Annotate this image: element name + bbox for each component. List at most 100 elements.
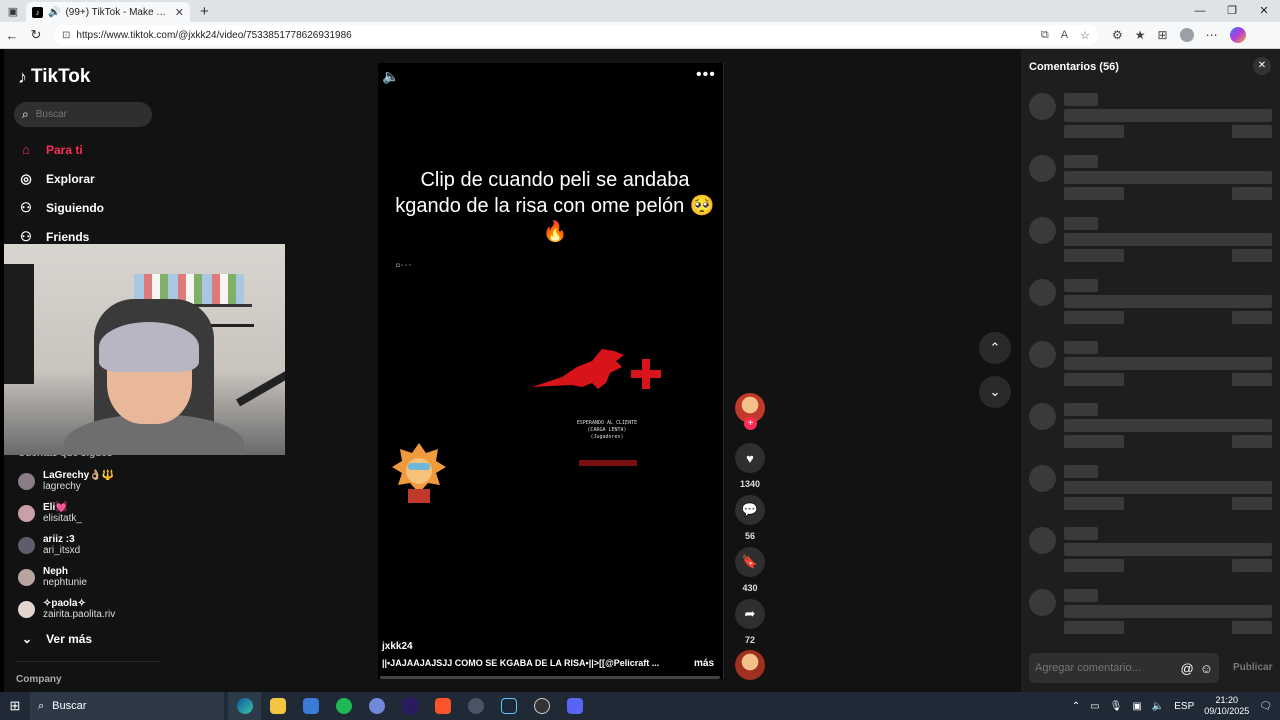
app-icon[interactable] [558, 692, 591, 720]
notifications-icon[interactable]: 🗨 [1259, 701, 1272, 712]
favorite-star-icon[interactable]: ☆ [1080, 29, 1090, 42]
network-icon[interactable]: ▣ [1132, 701, 1141, 712]
maximize-button[interactable]: ❐ [1216, 0, 1248, 22]
account-name: LaGrechy👌🏼🔱 [43, 470, 115, 481]
brave-icon[interactable] [426, 692, 459, 720]
following-account[interactable]: Neph nephtunie [18, 566, 87, 588]
see-more-button[interactable]: ⌄ Ver más [22, 632, 92, 646]
system-tray: ⌃ ▭ 🎙 ▣ 🔈 ESP 21:20 09/10/2025 🗨 [1072, 692, 1280, 720]
search-input[interactable] [35, 109, 136, 120]
account-name: ✧paola✧ [43, 598, 86, 609]
heart-icon: ♥ [746, 450, 754, 466]
publish-button[interactable]: Publicar [1233, 662, 1272, 673]
chevron-down-icon: ⌄ [22, 632, 33, 646]
read-aloud-icon[interactable]: A [1061, 29, 1068, 42]
nav-explore[interactable]: ◎ Explorar [18, 171, 94, 187]
collections-icon[interactable]: ⊞ [1158, 28, 1168, 42]
spotify-icon[interactable] [327, 692, 360, 720]
following-account[interactable]: ariiz :3 ari_itsxd [18, 534, 80, 556]
mention-icon[interactable]: @ [1181, 661, 1194, 676]
close-window-button[interactable]: ✕ [1248, 0, 1280, 22]
close-comments-button[interactable]: ✕ [1253, 57, 1271, 75]
profile-avatar[interactable] [1179, 28, 1194, 42]
comment-input[interactable] [1035, 662, 1175, 674]
taskbar: ⊞ ⌕ Buscar ⌃ ▭ 🎙 ▣ 🔈 ESP 21:20 09/10/202… [0, 692, 1280, 720]
clock-time: 21:20 [1215, 695, 1239, 705]
volume-icon[interactable]: 🔈 [1152, 701, 1164, 712]
taskbar-search[interactable]: ⌕ Buscar [30, 692, 224, 720]
account-name: Eli💓 [43, 502, 68, 513]
account-handle: elisitatk_ [43, 513, 82, 524]
share-button[interactable]: ➦ [735, 599, 765, 629]
copilot-icon[interactable] [1229, 27, 1246, 43]
tiktok-logo[interactable]: ♪ TikTok [18, 66, 90, 88]
language-indicator[interactable]: ESP [1174, 701, 1194, 712]
menu-dots-icon[interactable]: ⋯ [1206, 28, 1218, 42]
comment-bubble-icon: 💬 [741, 502, 759, 517]
app-icon[interactable] [459, 692, 492, 720]
minimize-button[interactable]: — [1184, 0, 1216, 22]
nav-for-you[interactable]: ⌂ Para ti [18, 142, 83, 157]
close-tab-icon[interactable]: ✕ [175, 6, 184, 19]
back-button[interactable]: ← [0, 28, 24, 43]
site-info-icon[interactable]: ⊡ [62, 30, 70, 41]
previous-video-button[interactable]: ⌃ [979, 332, 1011, 364]
premiere-icon[interactable] [393, 692, 426, 720]
tiktok-page: ♪ TikTok ⌕ ⌂ Para ti ◎ Explorar ⚇ Siguie… [4, 49, 1280, 692]
battery-icon[interactable]: ▭ [1090, 701, 1099, 712]
music-disc-avatar[interactable] [735, 650, 765, 680]
company-link[interactable]: Company [16, 674, 62, 685]
following-account[interactable]: ✧paola✧ zairita.paolita.riv [18, 598, 115, 620]
video-progress-bar[interactable] [380, 676, 720, 679]
red-bar [579, 460, 637, 466]
following-account[interactable]: LaGrechy👌🏼🔱 lagrechy [18, 470, 114, 492]
tab-actions-icon[interactable]: ▣ [0, 0, 26, 22]
obs-icon[interactable] [525, 692, 558, 720]
volume-icon[interactable]: 🔈 [382, 68, 399, 85]
next-video-button[interactable]: ⌄ [979, 376, 1011, 408]
clock-date: 09/10/2025 [1204, 706, 1250, 716]
steam-icon[interactable] [492, 692, 525, 720]
extensions-icon[interactable]: ⚙ [1112, 28, 1123, 42]
following-icon: ⚇ [20, 200, 32, 215]
comments-title: Comentarios (56) [1029, 61, 1119, 73]
like-count: 1340 [739, 479, 761, 489]
more-link[interactable]: más [694, 658, 714, 669]
edge-icon[interactable] [228, 692, 261, 720]
comment-button[interactable]: 💬 [735, 495, 765, 525]
address-bar-row: ← ↻ ⊡ https://www.tiktok.com/@jxkk24/vid… [0, 22, 1280, 49]
file-explorer-icon[interactable] [261, 692, 294, 720]
url-text: https://www.tiktok.com/@jxkk24/video/753… [76, 29, 352, 41]
chevron-up-icon[interactable]: ⌃ [1072, 701, 1080, 712]
video-author[interactable]: jxkk24 [382, 641, 413, 652]
webcam-overlay [4, 244, 285, 455]
emoji-icon[interactable]: ☺ [1200, 661, 1213, 676]
following-account[interactable]: Eli💓 elisitatk_ [18, 502, 82, 524]
comments-panel: Comentarios (56) ✕ @ ☺ Publicar [1021, 49, 1280, 692]
save-count: 430 [742, 583, 758, 593]
account-handle: nephtunie [43, 577, 87, 588]
save-button[interactable]: 🔖 [735, 547, 765, 577]
nav-friends[interactable]: ⚇ Friends [18, 229, 89, 245]
windows-start-icon[interactable]: ⊞ [0, 698, 30, 714]
comment-input-box[interactable]: @ ☺ [1029, 653, 1219, 683]
new-tab-button[interactable]: + [200, 3, 209, 20]
avatar [18, 568, 35, 586]
clock[interactable]: 21:20 09/10/2025 [1204, 695, 1249, 717]
url-field[interactable]: ⊡ https://www.tiktok.com/@jxkk24/video/7… [54, 25, 1098, 45]
app-available-icon[interactable]: ⧉ [1041, 29, 1049, 42]
like-button[interactable]: ♥ [735, 443, 765, 473]
refresh-button[interactable]: ↻ [24, 27, 48, 43]
sidebar-search[interactable]: ⌕ [14, 102, 152, 127]
audio-playing-icon[interactable]: 🔊 [48, 7, 60, 18]
discord-icon[interactable] [360, 692, 393, 720]
nav-following[interactable]: ⚇ Siguiendo [18, 200, 104, 216]
avatar [18, 536, 35, 554]
follow-plus-icon[interactable]: + [744, 417, 757, 430]
mic-icon[interactable]: 🎙 [1110, 701, 1123, 712]
avatar [18, 600, 35, 618]
favorites-icon[interactable]: ★ [1135, 28, 1146, 42]
browser-tab[interactable]: ♪ 🔊 (99+) TikTok - Make Your Day ✕ [26, 2, 190, 22]
more-options-icon[interactable]: ••• [696, 66, 716, 84]
store-icon[interactable] [294, 692, 327, 720]
